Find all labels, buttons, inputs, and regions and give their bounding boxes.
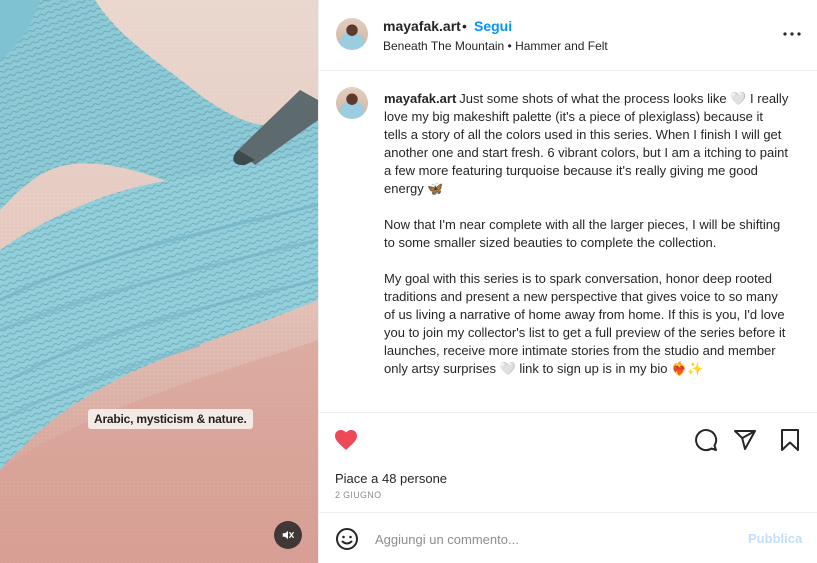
emoji-button[interactable]	[335, 527, 359, 551]
caption-author-avatar[interactable]	[336, 87, 368, 119]
painting-image	[0, 0, 318, 563]
save-button[interactable]	[777, 427, 803, 453]
bookmark-icon	[779, 428, 801, 452]
post-header: mayafak.art • Segui Beneath The Mountain…	[319, 0, 817, 71]
share-button[interactable]	[732, 427, 758, 453]
post-location[interactable]: Beneath The Mountain • Hammer and Felt	[383, 39, 608, 53]
post-caption: mayafak.art Just some shots of what the p…	[384, 90, 789, 396]
paper-plane-icon	[733, 428, 757, 452]
publish-button[interactable]: Pubblica	[748, 531, 802, 546]
likes-count[interactable]: Piace a 48 persone	[335, 471, 447, 486]
instagram-post-dialog: Arabic, mysticism & nature. mayafak.art …	[0, 0, 817, 563]
more-options-button[interactable]	[780, 22, 804, 46]
post-video[interactable]: Arabic, mysticism & nature.	[0, 0, 318, 563]
caption-section: mayafak.art Just some shots of what the p…	[319, 71, 817, 412]
comment-button[interactable]	[693, 427, 719, 453]
post-date[interactable]: 2 GIUGNO	[335, 490, 381, 500]
header-separator: •	[462, 18, 467, 34]
comment-bubble-icon	[694, 428, 718, 452]
author-avatar[interactable]	[336, 18, 368, 50]
author-username[interactable]: mayafak.art	[383, 18, 461, 34]
smiley-icon	[335, 527, 359, 551]
post-actions: Piace a 48 persone 2 GIUGNO	[319, 412, 817, 512]
caption-paragraph-2: Now that I'm near complete with all the …	[384, 217, 781, 250]
comment-input[interactable]	[375, 529, 735, 549]
more-options-icon	[783, 32, 801, 36]
caption-paragraph-3: My goal with this series is to spark con…	[384, 271, 786, 376]
add-comment-section: Pubblica	[319, 512, 817, 563]
caption-paragraph-1: Just some shots of what the process look…	[384, 91, 789, 196]
like-button[interactable]	[333, 427, 359, 453]
speaker-muted-icon	[281, 528, 295, 542]
post-details-panel: mayafak.art • Segui Beneath The Mountain…	[318, 0, 817, 563]
mute-button[interactable]	[274, 521, 302, 549]
follow-button[interactable]: Segui	[474, 18, 512, 34]
caption-username[interactable]: mayafak.art	[384, 91, 456, 106]
video-text-overlay: Arabic, mysticism & nature.	[88, 409, 253, 429]
heart-filled-icon	[334, 429, 358, 451]
